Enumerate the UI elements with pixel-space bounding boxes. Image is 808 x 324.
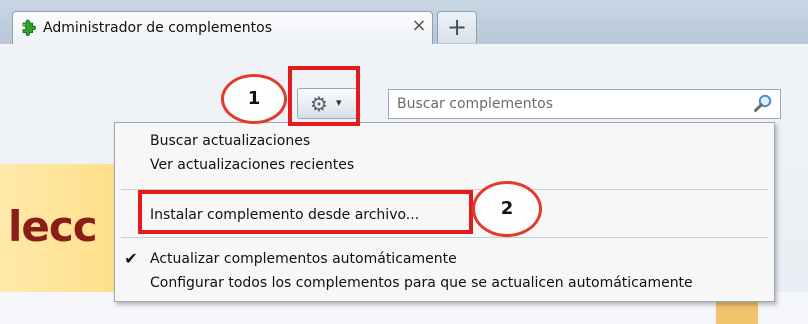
tab-addons-manager[interactable]: Administrador de complementos × [12, 11, 433, 44]
search-input[interactable]: Buscar complementos [388, 89, 781, 119]
close-icon[interactable]: × [410, 17, 428, 35]
check-icon: ✔ [124, 249, 138, 268]
install-highlight [138, 190, 473, 234]
callout-2: 2 [472, 181, 542, 237]
new-tab-button[interactable]: + [437, 11, 477, 43]
menu-separator [121, 237, 768, 238]
page-heading-partial: lecc [8, 202, 98, 251]
menu-item-label: Configurar todos los complementos para q… [150, 275, 693, 291]
menu-item-label: Ver actualizaciones recientes [150, 157, 355, 173]
gear-highlight [288, 66, 360, 126]
addons-manager-window: Administrador de complementos × + ⚙ ▾ Bu… [0, 0, 808, 324]
addons-toolbar: ⚙ ▾ Buscar complementos [0, 44, 808, 124]
menu-item-label: Buscar actualizaciones [150, 133, 311, 149]
search-icon[interactable] [752, 93, 774, 115]
tab-title: Administrador de complementos [43, 20, 272, 36]
menu-item-check-updates[interactable]: Buscar actualizaciones [150, 130, 310, 152]
menu-item-configure-auto-update[interactable]: Configurar todos los complementos para q… [150, 272, 693, 294]
menu-item-auto-update[interactable]: Actualizar complementos automáticamente [150, 248, 457, 270]
menu-item-recent-updates[interactable]: Ver actualizaciones recientes [150, 154, 354, 176]
callout-1: 1 [221, 74, 287, 124]
puzzle-icon [22, 19, 37, 37]
menu-item-label: Actualizar complementos automáticamente [150, 251, 457, 267]
search-placeholder: Buscar complementos [397, 96, 554, 112]
